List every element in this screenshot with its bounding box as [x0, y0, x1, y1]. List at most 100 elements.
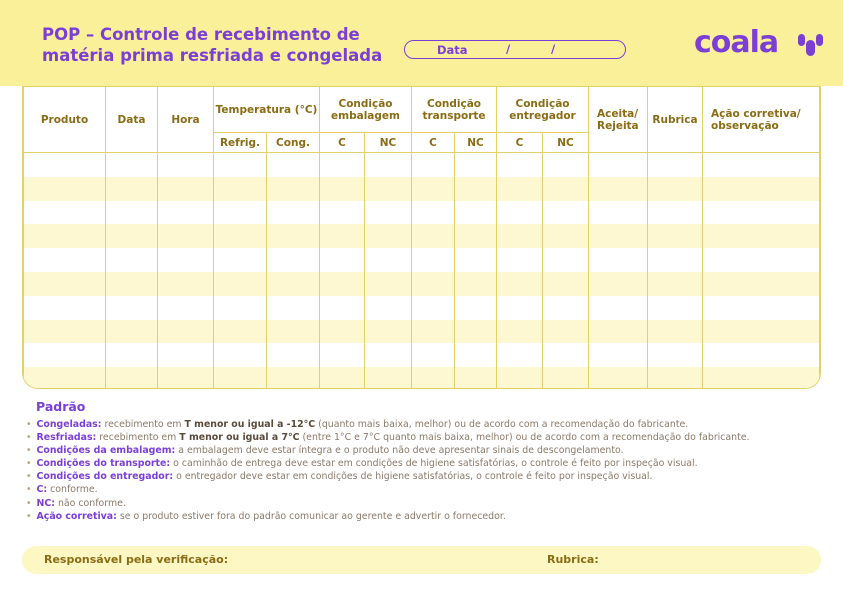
table-cell[interactable]	[588, 367, 649, 388]
table-cell[interactable]	[364, 295, 413, 320]
table-cell[interactable]	[496, 343, 544, 368]
table-cell[interactable]	[496, 271, 544, 296]
table-cell[interactable]	[213, 200, 267, 225]
table-cell[interactable]	[647, 295, 704, 320]
table-cell[interactable]	[454, 248, 498, 272]
table-cell[interactable]	[542, 248, 590, 272]
table-cell[interactable]	[411, 248, 456, 272]
table-cell[interactable]	[542, 176, 590, 201]
table-cell[interactable]	[454, 343, 498, 368]
table-cell[interactable]	[542, 200, 590, 225]
table-cell[interactable]	[105, 295, 158, 320]
table-cell[interactable]	[265, 176, 321, 201]
table-cell[interactable]	[647, 248, 704, 272]
table-cell[interactable]	[496, 224, 544, 249]
table-cell[interactable]	[23, 295, 106, 320]
table-cell[interactable]	[496, 319, 544, 344]
table-cell[interactable]	[213, 343, 267, 368]
table-cell[interactable]	[319, 224, 366, 249]
table-cell[interactable]	[23, 176, 106, 201]
table-cell[interactable]	[588, 248, 649, 272]
table-cell[interactable]	[647, 319, 704, 344]
table-cell[interactable]	[496, 295, 544, 320]
table-cell[interactable]	[542, 295, 590, 320]
table-cell[interactable]	[105, 152, 158, 177]
table-cell[interactable]	[647, 200, 704, 225]
table-cell[interactable]	[454, 271, 498, 296]
table-cell[interactable]	[23, 224, 106, 249]
table-cell[interactable]	[647, 176, 704, 201]
table-cell[interactable]	[454, 224, 498, 249]
table-cell[interactable]	[411, 224, 456, 249]
table-cell[interactable]	[265, 152, 321, 177]
table-cell[interactable]	[542, 224, 590, 249]
table-cell[interactable]	[23, 248, 106, 272]
table-cell[interactable]	[265, 367, 321, 388]
table-cell[interactable]	[588, 152, 649, 177]
table-cell[interactable]	[647, 152, 704, 177]
table-cell[interactable]	[23, 367, 106, 388]
table-cell[interactable]	[647, 343, 704, 368]
table-cell[interactable]	[588, 271, 649, 296]
table-cell[interactable]	[542, 152, 590, 177]
table-cell[interactable]	[157, 295, 214, 320]
table-cell[interactable]	[364, 200, 413, 225]
table-cell[interactable]	[157, 271, 214, 296]
table-cell[interactable]	[647, 224, 704, 249]
table-cell[interactable]	[702, 200, 820, 225]
table-cell[interactable]	[265, 343, 321, 368]
table-cell[interactable]	[157, 367, 214, 388]
table-cell[interactable]	[364, 343, 413, 368]
table-cell[interactable]	[364, 176, 413, 201]
table-cell[interactable]	[105, 200, 158, 225]
table-cell[interactable]	[265, 200, 321, 225]
table-cell[interactable]	[496, 248, 544, 272]
table-cell[interactable]	[702, 271, 820, 296]
table-cell[interactable]	[411, 152, 456, 177]
table-cell[interactable]	[157, 224, 214, 249]
table-cell[interactable]	[319, 152, 366, 177]
table-cell[interactable]	[454, 319, 498, 344]
table-cell[interactable]	[702, 343, 820, 368]
table-cell[interactable]	[702, 224, 820, 249]
table-cell[interactable]	[411, 319, 456, 344]
table-cell[interactable]	[496, 200, 544, 225]
table-cell[interactable]	[588, 319, 649, 344]
table-cell[interactable]	[105, 319, 158, 344]
table-cell[interactable]	[542, 271, 590, 296]
table-cell[interactable]	[364, 367, 413, 388]
table-cell[interactable]	[157, 248, 214, 272]
table-cell[interactable]	[23, 152, 106, 177]
table-cell[interactable]	[157, 319, 214, 344]
table-cell[interactable]	[411, 295, 456, 320]
table-cell[interactable]	[702, 152, 820, 177]
table-cell[interactable]	[319, 271, 366, 296]
table-cell[interactable]	[319, 176, 366, 201]
table-cell[interactable]	[411, 176, 456, 201]
table-cell[interactable]	[213, 367, 267, 388]
table-cell[interactable]	[411, 367, 456, 388]
table-cell[interactable]	[588, 295, 649, 320]
table-cell[interactable]	[265, 224, 321, 249]
table-cell[interactable]	[105, 271, 158, 296]
table-cell[interactable]	[702, 176, 820, 201]
table-cell[interactable]	[265, 248, 321, 272]
table-cell[interactable]	[411, 200, 456, 225]
table-cell[interactable]	[105, 343, 158, 368]
table-cell[interactable]	[213, 176, 267, 201]
table-cell[interactable]	[319, 367, 366, 388]
table-cell[interactable]	[265, 295, 321, 320]
table-cell[interactable]	[213, 248, 267, 272]
table-cell[interactable]	[542, 343, 590, 368]
table-cell[interactable]	[23, 200, 106, 225]
table-cell[interactable]	[454, 367, 498, 388]
table-cell[interactable]	[213, 319, 267, 344]
table-cell[interactable]	[157, 343, 214, 368]
table-cell[interactable]	[496, 152, 544, 177]
table-cell[interactable]	[364, 319, 413, 344]
table-cell[interactable]	[702, 248, 820, 272]
table-cell[interactable]	[23, 319, 106, 344]
table-cell[interactable]	[588, 224, 649, 249]
table-cell[interactable]	[213, 152, 267, 177]
table-cell[interactable]	[213, 224, 267, 249]
